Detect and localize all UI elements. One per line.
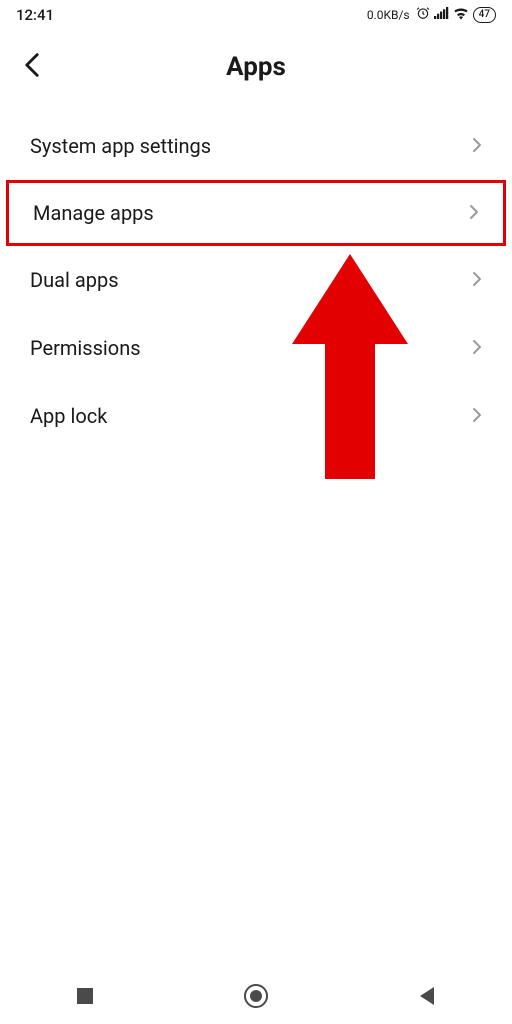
list-item-label: System app settings (30, 134, 211, 158)
chevron-right-icon (472, 268, 482, 292)
signal-icon (434, 6, 449, 24)
nav-back-button[interactable] (397, 986, 457, 1006)
back-button[interactable] (24, 52, 40, 83)
list-item-label: Permissions (30, 336, 141, 360)
nav-recent-button[interactable] (55, 987, 115, 1005)
list-item-app-lock[interactable]: App lock (0, 382, 512, 450)
list-item-label: App lock (30, 404, 107, 428)
status-indicators: 0.0KB/s 47 (367, 6, 496, 24)
alarm-icon (416, 6, 430, 24)
list-item-system-app-settings[interactable]: System app settings (0, 112, 512, 180)
list-item-dual-apps[interactable]: Dual apps (0, 246, 512, 314)
chevron-right-icon (472, 134, 482, 158)
status-bar: 12:41 0.0KB/s 47 (0, 0, 512, 28)
network-speed: 0.0KB/s (367, 8, 410, 22)
page-title: Apps (16, 52, 496, 82)
chevron-right-icon (469, 201, 479, 225)
chevron-right-icon (472, 336, 482, 360)
nav-bar (0, 968, 512, 1024)
wifi-icon (453, 6, 469, 24)
nav-home-button[interactable] (226, 983, 286, 1009)
list-item-permissions[interactable]: Permissions (0, 314, 512, 382)
list-item-label: Dual apps (30, 268, 119, 292)
settings-list: System app settings Manage apps Dual app… (0, 102, 512, 460)
status-time: 12:41 (16, 6, 54, 24)
list-item-manage-apps[interactable]: Manage apps (6, 180, 506, 246)
chevron-right-icon (472, 404, 482, 428)
list-item-label: Manage apps (33, 201, 154, 225)
battery-indicator: 47 (473, 7, 496, 23)
page-header: Apps (0, 28, 512, 102)
